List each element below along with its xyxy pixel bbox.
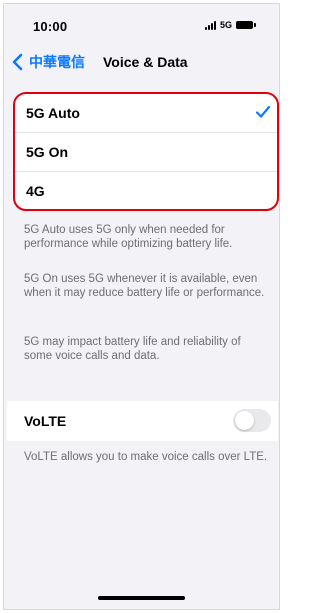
footnote-5g-on: 5G On uses 5G whenever it is available, … [24,273,265,299]
chevron-left-icon [12,53,23,71]
status-bar: 10:00 5G [4,4,279,42]
volte-label: VoLTE [24,413,67,429]
option-4g[interactable]: 4G [15,172,277,209]
battery-icon [236,21,256,29]
phone-screen: 10:00 5G 中華電信 Voice & Data 5G Auto 5G On… [3,3,280,610]
footnote-5g-impact: 5G may impact battery life and reliabili… [24,336,241,362]
option-5g-auto[interactable]: 5G Auto [15,94,277,133]
footnote-5g-auto: 5G Auto uses 5G only when needed for per… [24,224,233,250]
signal-bars-icon [204,20,216,30]
status-time: 10:00 [33,19,68,34]
status-indicators: 5G [204,20,256,30]
back-label: 中華電信 [29,54,85,70]
home-indicator[interactable] [98,596,185,600]
toggle-knob [235,411,254,430]
network-type-label: 5G [219,20,232,30]
checkmark-icon [255,105,271,118]
volte-toggle[interactable] [233,409,271,432]
option-label: 5G Auto [26,105,80,121]
option-label: 4G [26,183,45,199]
back-button[interactable]: 中華電信 [10,52,85,72]
option-label: 5G On [26,144,69,160]
page-title: Voice & Data [103,54,188,70]
nav-bar: 中華電信 Voice & Data [4,42,279,86]
option-5g-on[interactable]: 5G On [15,133,277,172]
voice-data-options: 5G Auto 5G On 4G [13,92,279,211]
footnote-volte: VoLTE allows you to make voice calls ove… [24,451,268,463]
volte-row: VoLTE [7,401,278,441]
